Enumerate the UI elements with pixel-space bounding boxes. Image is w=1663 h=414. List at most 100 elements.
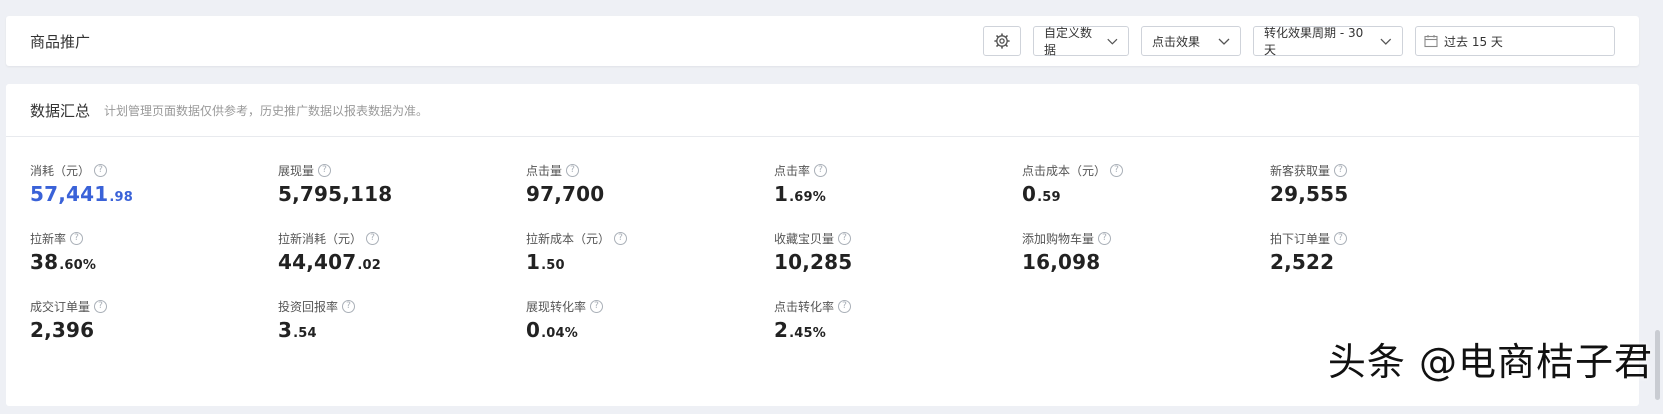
help-icon[interactable]: ?: [342, 299, 356, 313]
metric-int: 29,555: [1270, 182, 1349, 206]
help-icon[interactable]: ?: [366, 231, 380, 245]
metric-value: 16,098: [1022, 250, 1262, 274]
metric-label: 新客获取量: [1270, 163, 1331, 178]
help-icon[interactable]: ?: [94, 299, 108, 313]
metric-value: 5,795,118: [278, 182, 518, 206]
metric-label: 拉新消耗（元）: [278, 231, 363, 246]
conversion-period-select[interactable]: 转化效果周期 - 30天: [1253, 26, 1403, 57]
conversion-period-label: 转化效果周期 - 30天: [1264, 26, 1364, 57]
metric-value: 1.69%: [774, 182, 1014, 206]
metric-int: 2,396: [30, 318, 95, 342]
help-icon[interactable]: ?: [814, 163, 828, 177]
help-icon[interactable]: ?: [1334, 231, 1348, 245]
metric-dec: .59: [1037, 190, 1061, 205]
help-icon[interactable]: ?: [1098, 231, 1112, 245]
metric-label: 添加购物车量: [1022, 231, 1095, 246]
metric-int: 10,285: [774, 250, 853, 274]
metric-int: 3: [278, 318, 293, 342]
metric-value: 0.04%: [526, 318, 766, 342]
metric-int: 97,700: [526, 182, 605, 206]
metric-label: 成交订单量: [30, 299, 91, 314]
help-icon[interactable]: ?: [614, 231, 628, 245]
metric-impressions: 展现量? 5,795,118: [278, 162, 518, 206]
page-title: 商品推广: [30, 33, 91, 51]
metric-dec: .60%: [59, 258, 97, 273]
metric-int: 2: [774, 318, 789, 342]
metric-label: 拉新率: [30, 231, 67, 246]
custom-data-select[interactable]: 自定义数据: [1033, 26, 1129, 57]
metric-label: 收藏宝贝量: [774, 231, 835, 246]
help-icon[interactable]: ?: [70, 231, 84, 245]
help-icon[interactable]: ?: [1334, 163, 1348, 177]
metric-dec: .50: [541, 258, 565, 273]
settings-button[interactable]: [983, 26, 1021, 56]
metric-value: 2.45%: [774, 318, 1014, 342]
help-icon[interactable]: ?: [838, 231, 852, 245]
metric-label: 投资回报率: [278, 299, 339, 314]
metric-int: 1: [526, 250, 541, 274]
metric-value: 10,285: [774, 250, 1014, 274]
metric-label: 拍下订单量: [1270, 231, 1331, 246]
custom-data-label: 自定义数据: [1044, 26, 1093, 57]
metric-label: 展现转化率: [526, 299, 587, 314]
metric-int: 0: [1022, 182, 1037, 206]
toolbar: 自定义数据 点击效果 转化效果周期 - 30天 过去 15 天: [983, 26, 1615, 57]
metric-new-spend: 拉新消耗（元）? 44,407.02: [278, 230, 518, 274]
section-title: 数据汇总: [30, 101, 91, 120]
metric-value: 2,396: [30, 318, 270, 342]
metric-dec: .98: [109, 190, 134, 205]
metric-label: 点击率: [774, 163, 811, 178]
calendar-icon: [1424, 35, 1438, 48]
metric-impression-cvr: 展现转化率? 0.04%: [526, 298, 766, 342]
metric-new-customers: 新客获取量? 29,555: [1270, 162, 1510, 206]
metric-int: 1: [774, 182, 789, 206]
metric-value: 2,522: [1270, 250, 1510, 274]
metric-orders-placed: 拍下订单量? 2,522: [1270, 230, 1510, 274]
help-icon[interactable]: ?: [590, 299, 604, 313]
help-icon[interactable]: ?: [94, 163, 108, 177]
help-icon[interactable]: ?: [838, 299, 852, 313]
metric-value[interactable]: 57,441.98: [30, 182, 270, 206]
metric-dec: .45%: [789, 326, 826, 341]
help-icon[interactable]: ?: [1110, 163, 1124, 177]
metric-new-rate: 拉新率? 38.60%: [30, 230, 270, 274]
section-note: 计划管理页面数据仅供参考，历史推广数据以报表数据为准。: [104, 103, 429, 118]
metric-value: 38.60%: [30, 250, 270, 274]
metric-value: 97,700: [526, 182, 766, 206]
metric-label: 消耗（元）: [30, 163, 91, 178]
scrollbar-thumb[interactable]: [1655, 330, 1660, 400]
metric-orders-completed: 成交订单量? 2,396: [30, 298, 270, 342]
click-effect-label: 点击效果: [1152, 34, 1201, 49]
metric-int: 57,441: [30, 182, 109, 206]
metric-cpc: 点击成本（元）? 0.59: [1022, 162, 1262, 206]
metric-label: 点击量: [526, 163, 563, 178]
metric-label: 点击成本（元）: [1022, 163, 1107, 178]
summary-header: 数据汇总 计划管理页面数据仅供参考，历史推广数据以报表数据为准。: [6, 84, 1639, 137]
metric-int: 16,098: [1022, 250, 1101, 274]
metric-value: 3.54: [278, 318, 518, 342]
date-range-label: 过去 15 天: [1444, 34, 1503, 49]
help-icon[interactable]: ?: [566, 163, 580, 177]
metric-spend: 消耗（元）? 57,441.98: [30, 162, 270, 206]
metric-dec: .54: [293, 326, 317, 341]
metric-new-cost: 拉新成本（元）? 1.50: [526, 230, 766, 274]
metric-value: 1.50: [526, 250, 766, 274]
metric-favorites: 收藏宝贝量? 10,285: [774, 230, 1014, 274]
gear-icon: [994, 33, 1010, 49]
chevron-down-icon: [1107, 38, 1118, 45]
metric-dec: .04%: [541, 326, 578, 341]
metric-int: 2,522: [1270, 250, 1335, 274]
metric-value: 29,555: [1270, 182, 1510, 206]
metric-click-cvr: 点击转化率? 2.45%: [774, 298, 1014, 342]
metric-clicks: 点击量? 97,700: [526, 162, 766, 206]
metric-value: 44,407.02: [278, 250, 518, 274]
help-icon[interactable]: ?: [318, 163, 332, 177]
chevron-down-icon: [1218, 38, 1230, 45]
metric-int: 5,795,118: [278, 182, 393, 206]
top-bar: 商品推广 自定义数据 点击效果 转化效果周期 - 30天 过去 15 天: [6, 16, 1639, 66]
date-range-picker[interactable]: 过去 15 天: [1415, 26, 1615, 56]
metric-dec: .02: [357, 258, 382, 273]
metric-dec: .69%: [789, 190, 826, 205]
click-effect-select[interactable]: 点击效果: [1141, 26, 1241, 56]
metric-int: 38: [30, 250, 59, 274]
